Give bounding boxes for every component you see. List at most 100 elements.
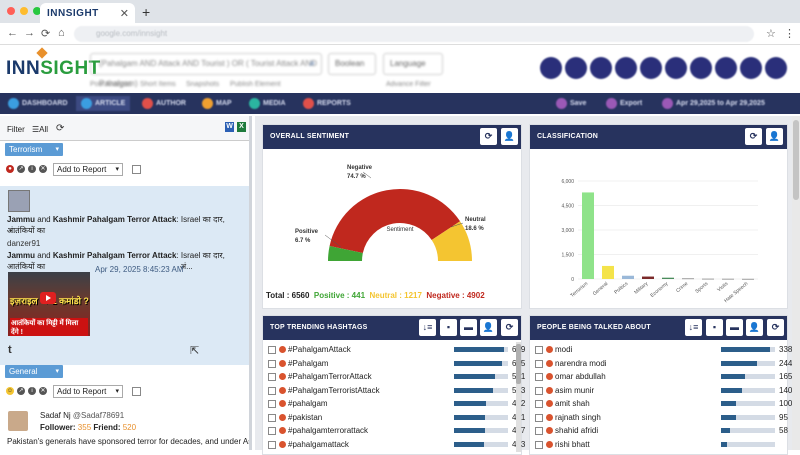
delete-icon[interactable]: ✕	[39, 165, 47, 173]
row-checkbox[interactable]	[268, 346, 276, 354]
sub-nav-short-items[interactable]: Short Items	[140, 81, 176, 88]
add-to-report-select[interactable]: Add to Report ▾	[53, 162, 123, 176]
nav-reports[interactable]: REPORTS	[303, 96, 351, 111]
row-label[interactable]: #pakistan	[288, 413, 322, 422]
shortcut-icon[interactable]	[715, 57, 737, 79]
row-label[interactable]: modi	[555, 345, 572, 354]
open-link-icon[interactable]: ↗	[17, 387, 25, 395]
row-checkbox[interactable]	[535, 413, 543, 422]
row-label[interactable]: omar abdullah	[555, 372, 606, 381]
search-icon[interactable]: ⌕	[309, 54, 315, 74]
list-item[interactable]: #PahalgamAttack699	[263, 344, 525, 357]
row-label[interactable]: #Pahalgam	[288, 359, 328, 368]
sub-nav-snapshots[interactable]: Snapshots	[186, 81, 219, 88]
avatar[interactable]	[8, 190, 30, 212]
refresh-icon[interactable]: ⟳	[767, 319, 784, 336]
row-checkbox[interactable]	[535, 440, 543, 449]
row-label[interactable]: #pahalgamterrorattack	[288, 426, 368, 435]
stop-icon[interactable]: ▪	[706, 319, 723, 336]
row-label[interactable]: asim munir	[555, 386, 594, 395]
stop-icon[interactable]: ▪	[440, 319, 457, 336]
sub-nav-publish-element[interactable]: Publish Element	[230, 81, 281, 88]
row-checkbox[interactable]	[268, 440, 276, 449]
row-checkbox[interactable]	[268, 386, 276, 395]
close-tab-icon[interactable]: ✕	[120, 7, 129, 20]
nav-media[interactable]: MEDIA	[249, 96, 286, 111]
list-item[interactable]: #PahalgamTerrorAttack551	[263, 371, 525, 384]
minus-icon[interactable]: ▬	[460, 319, 477, 336]
export-button[interactable]: Export	[606, 96, 642, 111]
select-post-checkbox[interactable]	[132, 386, 141, 396]
sort-icon[interactable]: ↓≡	[685, 319, 702, 336]
excel-export-icon[interactable]: X	[237, 122, 246, 132]
bar-visits[interactable]	[722, 278, 734, 280]
row-checkbox[interactable]	[535, 427, 543, 435]
sort-icon[interactable]: ↓≡	[419, 319, 436, 336]
scrollbar-thumb[interactable]	[516, 344, 521, 384]
list-item[interactable]: amit shah 100	[530, 398, 792, 411]
row-label[interactable]: rishi bhatt	[555, 440, 590, 449]
shortcut-icon[interactable]	[540, 57, 562, 79]
bar-hate-speech[interactable]	[742, 278, 754, 280]
negative-sentiment-icon[interactable]: ●	[6, 165, 14, 173]
row-checkbox[interactable]	[535, 346, 543, 354]
bookmark-star-icon[interactable]: ☆	[766, 27, 776, 40]
play-icon[interactable]	[40, 292, 56, 304]
row-checkbox[interactable]	[535, 373, 543, 381]
neutral-sentiment-icon[interactable]: ☺	[6, 387, 14, 395]
forward-arrow-icon[interactable]: →	[24, 27, 35, 39]
shortcut-icon[interactable]	[765, 57, 787, 79]
nav-dashboard[interactable]: DASHBOARD	[8, 96, 68, 111]
user-icon[interactable]: 👤	[480, 319, 497, 336]
shortcut-icon[interactable]	[740, 57, 762, 79]
row-label[interactable]: #PahalgamTerroristAttack	[288, 386, 380, 395]
advance-filter-link[interactable]: Advance Filter	[386, 81, 431, 88]
shortcut-icon[interactable]	[590, 57, 612, 79]
browser-tab[interactable]: INNSIGHT ✕	[40, 3, 135, 23]
delete-icon[interactable]: ✕	[39, 387, 47, 395]
nav-map[interactable]: MAP	[202, 96, 232, 111]
list-item[interactable]: omar abdullah 165	[530, 371, 792, 384]
row-checkbox[interactable]	[535, 400, 543, 408]
back-arrow-icon[interactable]: ←	[7, 27, 18, 39]
row-label[interactable]: #pahalgamattack	[288, 440, 349, 449]
bar-crime[interactable]	[682, 278, 694, 280]
user-icon[interactable]: 👤	[501, 128, 518, 145]
category-select-terrorism[interactable]: Terrorism ▾	[5, 143, 63, 156]
row-label[interactable]: rajnath singh	[555, 413, 601, 422]
filter-all-option[interactable]: ☰All	[32, 125, 48, 134]
row-label[interactable]: shahid afridi	[555, 426, 598, 435]
tumblr-icon[interactable]: t	[8, 344, 12, 356]
row-label[interactable]: #pahalgam	[288, 399, 328, 408]
innsight-logo[interactable]: INNSIGHT	[6, 58, 101, 80]
list-item[interactable]: shahid afridi 58	[530, 425, 788, 438]
author-name[interactable]: Sadaf Nj @Sadaf78691	[40, 411, 124, 420]
word-export-icon[interactable]: W	[225, 122, 234, 132]
list-item[interactable]: #PahalgamTerroristAttack533	[263, 385, 525, 398]
search-query-input[interactable]: (Pahalgam AND Attack AND Tourist ) OR ( …	[90, 53, 322, 88]
video-thumbnail[interactable]: इज़राइल → 1 कमांडो ? आतंकियों का मिट्टी …	[8, 272, 90, 336]
close-window-button[interactable]	[7, 7, 15, 15]
open-link-icon[interactable]: ↗	[17, 165, 25, 173]
refresh-icon[interactable]: ⟳	[56, 123, 64, 134]
list-item[interactable]: #Pahalgam665	[263, 358, 525, 371]
list-item[interactable]: asim munir 140	[530, 385, 792, 398]
language-select[interactable]: Language	[383, 53, 443, 75]
url-input[interactable]: google.com/innsight	[74, 26, 754, 42]
select-post-checkbox[interactable]	[132, 164, 141, 174]
shortcut-icon[interactable]	[615, 57, 637, 79]
reload-icon[interactable]: ⟳	[41, 27, 50, 40]
home-icon[interactable]: ⌂	[58, 27, 65, 39]
minimize-window-button[interactable]	[20, 7, 28, 15]
nav-article[interactable]: ARTICLE	[76, 96, 131, 111]
row-checkbox[interactable]	[268, 359, 276, 368]
bar-terrorism[interactable]	[582, 192, 594, 279]
post-username[interactable]: danzer91	[7, 239, 40, 248]
sub-nav-post-analysis[interactable]: Post Analysis	[90, 81, 132, 88]
shortcut-icon[interactable]	[690, 57, 712, 79]
shortcut-icon[interactable]	[640, 57, 662, 79]
post-card[interactable]: Jammu and Kashmir Pahalgam Terror Attack…	[0, 186, 249, 365]
list-item[interactable]: #pahalgamterrorattack427	[263, 425, 525, 438]
hashtag-scrollbar[interactable]	[516, 342, 521, 452]
list-item[interactable]: narendra modi 244	[530, 358, 792, 371]
